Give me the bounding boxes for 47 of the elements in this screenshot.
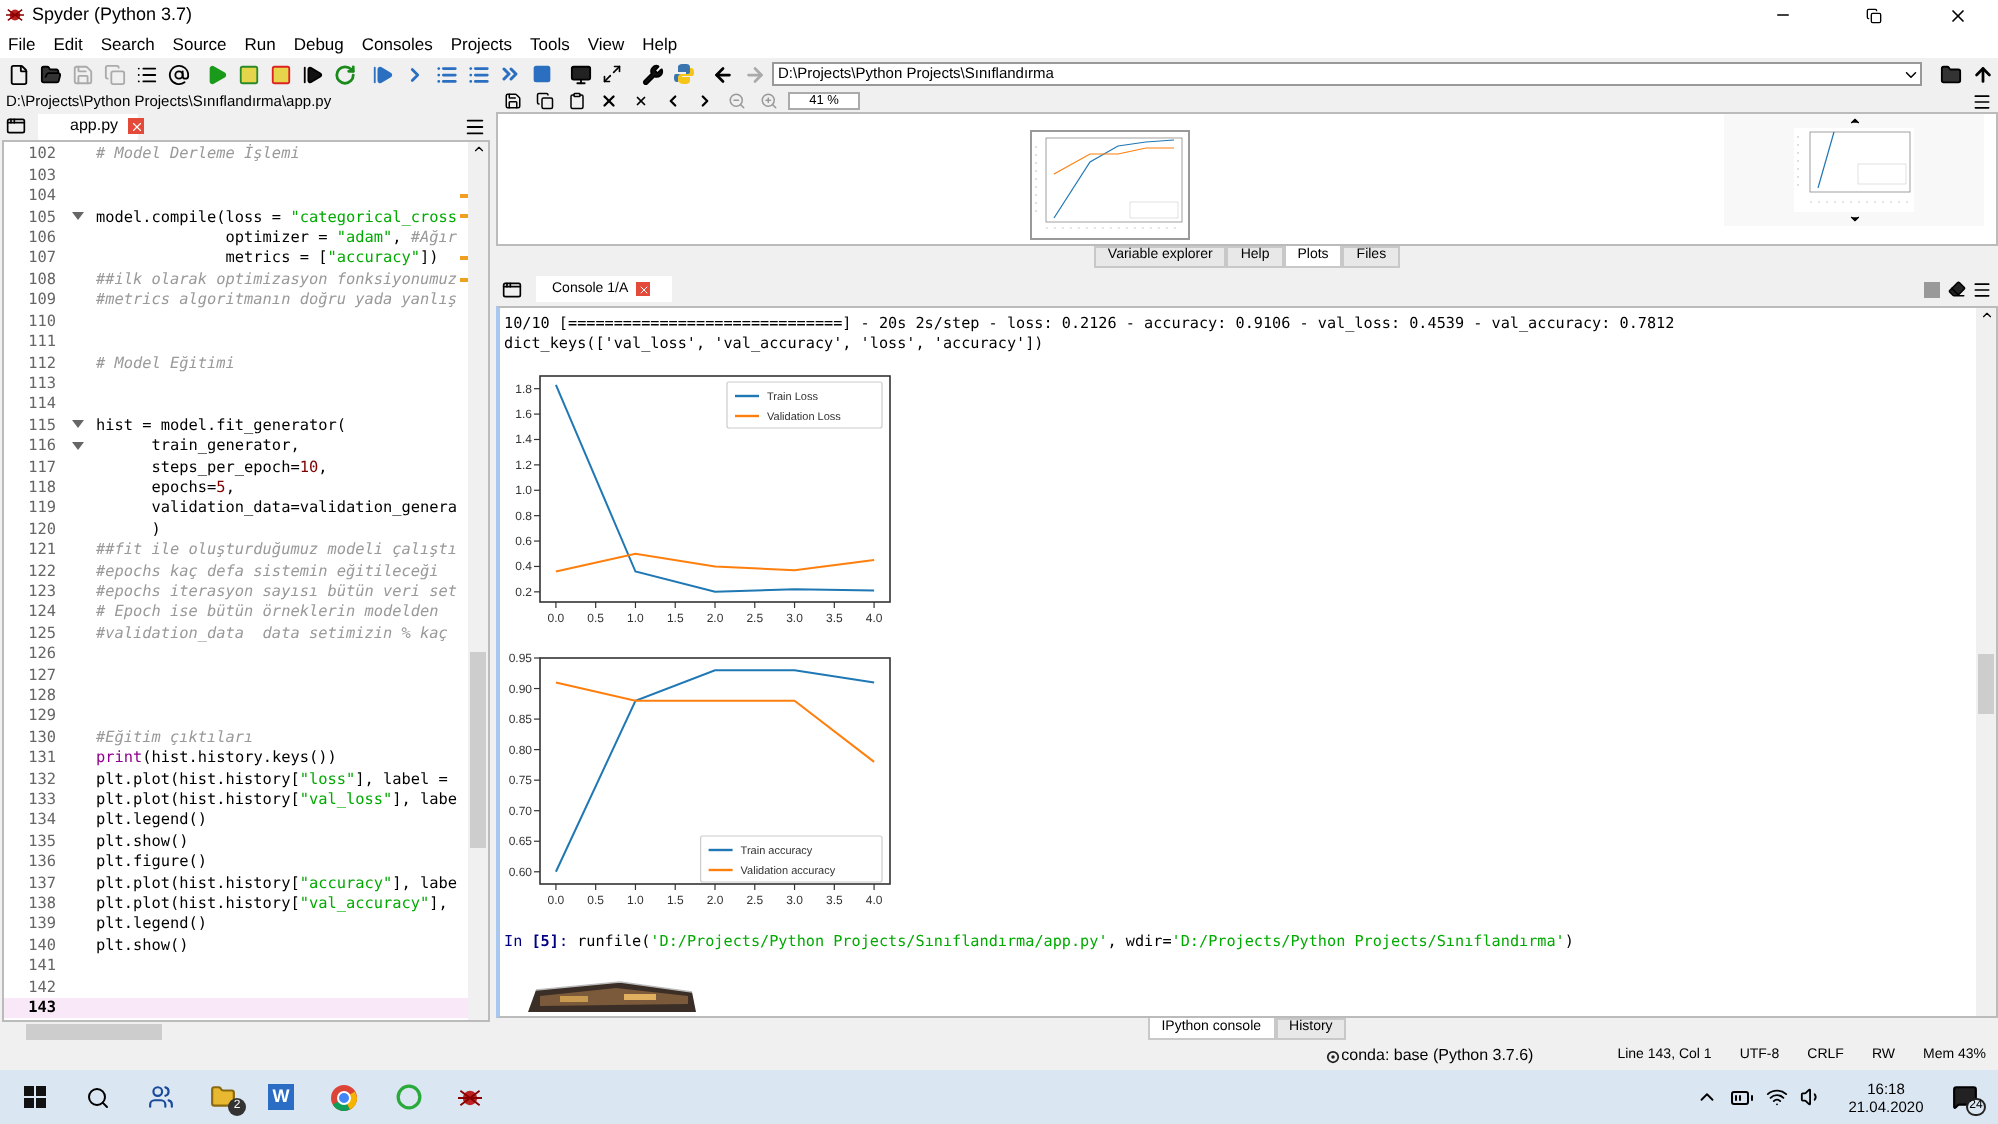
browser-icon[interactable] [330, 1083, 358, 1111]
menu-icon[interactable] [1972, 279, 1992, 300]
scroll-up-icon [1847, 114, 1861, 128]
tab-label: app.py [70, 114, 119, 138]
editor-tab[interactable]: app.py [38, 113, 138, 139]
scroll-down-icon [1847, 212, 1861, 226]
plot-thumbnail[interactable] [1030, 130, 1190, 240]
plot-thumbnail[interactable] [1794, 128, 1914, 212]
close-tab-icon[interactable] [636, 282, 651, 297]
battery-icon [1730, 1085, 1754, 1109]
fold-arrow-icon[interactable] [71, 441, 83, 450]
menu-item[interactable]: Run [244, 31, 276, 57]
menu-item[interactable]: Search [100, 31, 155, 57]
conda-icon [1325, 1049, 1340, 1063]
speaker-icon [1800, 1086, 1822, 1108]
vertical-scrollbar[interactable] [468, 142, 488, 1020]
status-text: conda: base (Python 3.7.6) [1341, 1044, 1534, 1068]
vertical-scrollbar[interactable] [1976, 307, 1996, 1017]
menu-item[interactable]: Edit [53, 31, 83, 57]
menu-item[interactable]: Projects [450, 31, 513, 57]
scrollbar-thumb[interactable] [1978, 653, 1994, 714]
close-tab-icon[interactable] [128, 118, 145, 134]
menu-item[interactable]: Consoles [361, 31, 433, 57]
menu-item[interactable]: Tools [530, 31, 570, 57]
word-app-icon[interactable]: W [268, 1084, 294, 1110]
fold-arrow-icon[interactable] [71, 420, 83, 429]
folder-icon [209, 1084, 235, 1110]
wifi-icon [1766, 1086, 1788, 1108]
menu-item[interactable]: Help [642, 31, 678, 57]
menu-item[interactable]: Source [172, 31, 227, 57]
window-title: Spyder (Python 3.7) [32, 1, 193, 28]
scroll-up-icon[interactable] [471, 142, 485, 156]
menu-item[interactable]: Debug [293, 31, 344, 57]
scroll-up-icon[interactable] [1979, 307, 1993, 322]
windows-start-icon[interactable] [24, 1086, 46, 1108]
menu-item[interactable]: File [8, 31, 36, 57]
fold-arrow-icon[interactable] [71, 212, 83, 221]
scrollbar-thumb[interactable] [470, 652, 486, 848]
spider-icon [6, 6, 24, 24]
python-icon[interactable] [668, 60, 700, 88]
menu-icon[interactable] [1972, 91, 1992, 111]
code-editor[interactable] [2, 140, 490, 1022]
menu-icon[interactable] [464, 115, 486, 137]
menu-item[interactable]: View [587, 31, 625, 57]
close-icon[interactable] [1948, 5, 1968, 25]
spider-icon[interactable] [458, 1085, 482, 1109]
restore-icon[interactable] [1865, 7, 1881, 23]
